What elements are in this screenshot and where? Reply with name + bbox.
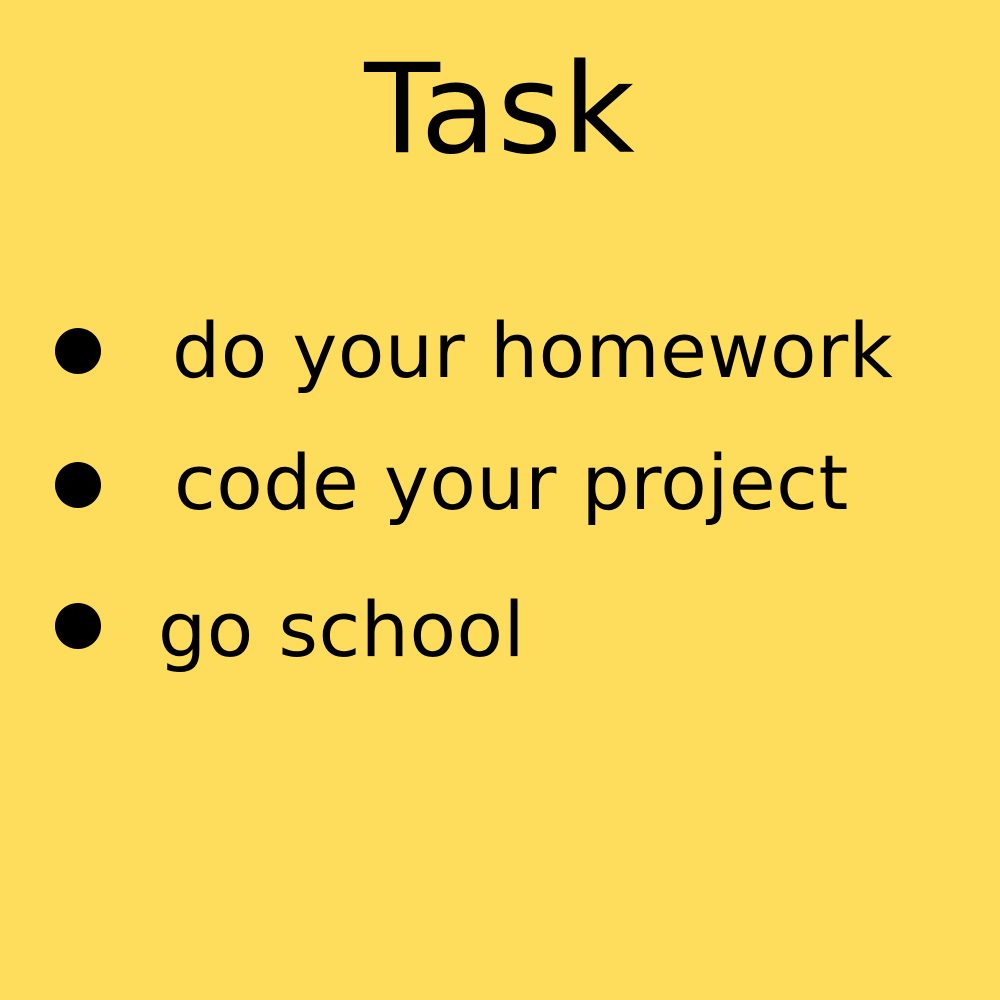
task-label: do your homework	[172, 306, 894, 395]
bullet-dot-icon	[55, 462, 101, 508]
bullet-dot-icon	[55, 603, 101, 649]
list-item: go school	[0, 585, 1000, 675]
list-item: do your homework	[0, 306, 1000, 396]
task-card: Task do your homework code your project …	[0, 0, 1000, 1000]
list-item: code your project	[0, 438, 1000, 528]
task-list: do your homework code your project go sc…	[0, 0, 1000, 1000]
bullet-dot-icon	[55, 328, 101, 374]
task-label: go school	[158, 585, 526, 674]
task-label: code your project	[174, 438, 849, 527]
